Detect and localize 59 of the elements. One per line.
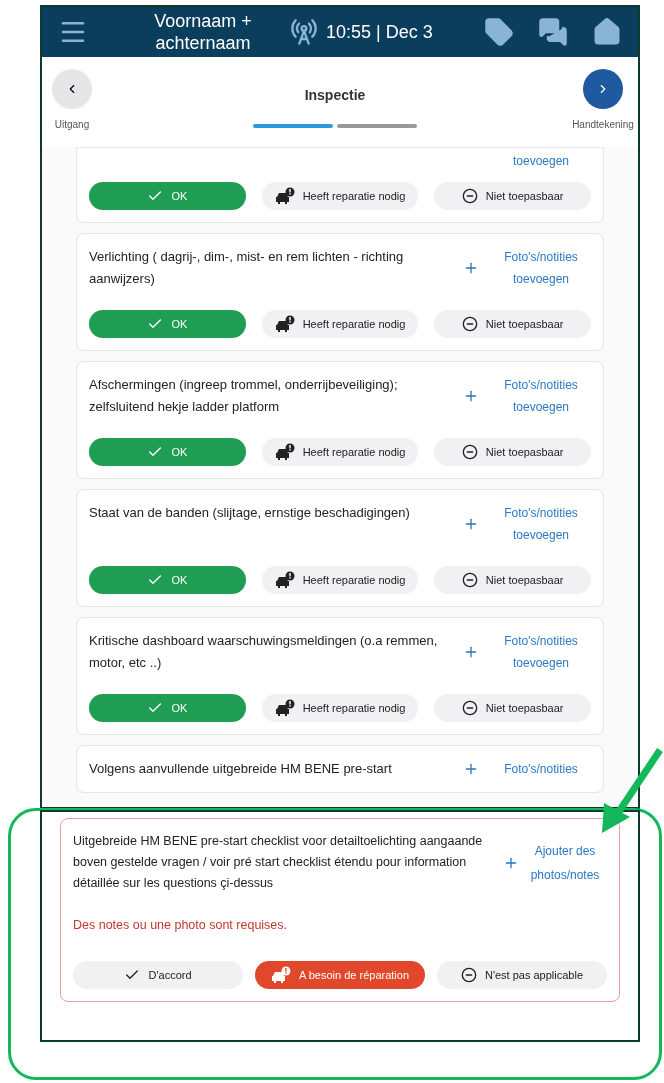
question-text: Volgens aanvullende uitgebreide HM BENE pre-start (89, 760, 393, 778)
answer-button[interactable]: OK (89, 438, 246, 466)
car-alert-icon (274, 443, 295, 461)
plus-icon (463, 260, 479, 276)
add-photos-notes-link[interactable]: Foto's/notities toevoegen (491, 630, 591, 674)
answer-button[interactable]: OK (89, 566, 246, 594)
answer-button[interactable]: Heeft reparatie nodig (261, 566, 419, 594)
minus-circle-icon (461, 188, 478, 204)
minus-circle-icon (461, 316, 478, 332)
next-label: Handtekening (572, 118, 634, 132)
answer-button[interactable]: OK (89, 694, 246, 722)
home-icon[interactable] (592, 17, 622, 47)
page-title: Inspectie (304, 86, 366, 105)
antenna-icon (290, 18, 318, 46)
time-date: 10:55 | Dec 3 (326, 20, 433, 44)
answer-button[interactable]: OK (89, 310, 246, 338)
add-photos-notes-link[interactable]: Foto's/notities toevoegen (491, 246, 591, 290)
plus-icon (463, 388, 479, 404)
question-text: Afschermingen (ingreep trommel, onderrijbeveiliging); zelfsluitend hekje ladder platform (89, 376, 399, 416)
car-alert-icon (270, 965, 291, 984)
question-text: Verlichting ( dagrij-, dim-, mist- en rem lichten - richting aanwijzers) (89, 248, 405, 288)
user-name: Voornaam + achternaam (153, 10, 253, 54)
add-photos-notes-link[interactable]: toevoegen (491, 152, 591, 170)
plus-icon (463, 516, 479, 532)
answer-button[interactable]: Niet toepasbaar (434, 694, 591, 722)
minus-circle-icon (460, 966, 477, 983)
car-alert-icon (274, 187, 295, 205)
error-message: Des notes ou une photo sont requises. (73, 917, 289, 934)
question-text: Kritische dashboard waarschuwingsmeldingen (o.a remmen, motor, etc ..) (89, 632, 439, 672)
answer-button[interactable]: Heeft reparatie nodig (261, 438, 419, 466)
answer-button[interactable]: N'est pas applicable (437, 960, 607, 989)
answer-button[interactable]: A besoin de réparation (255, 960, 425, 989)
question-text: Uitgebreide HM BENE pre-start checklist voor detailtoelichting aangaande boven gestelde vragen / voir pré start checklist étendu pour information détaillée sur les questions çi-dessus (73, 833, 484, 892)
add-photos-notes-link[interactable]: Foto's/notities toevoegen (491, 374, 591, 418)
tag-icon[interactable] (484, 17, 514, 47)
car-alert-icon (274, 699, 295, 717)
add-photos-notes-link[interactable]: Ajouter des photos/notes (523, 838, 607, 887)
answer-button[interactable]: Niet toepasbaar (434, 438, 591, 466)
answer-button[interactable]: Heeft reparatie nodig (261, 694, 419, 722)
minus-circle-icon (461, 572, 478, 588)
back-label: Uitgang (54, 118, 90, 132)
answer-button[interactable]: D'accord (73, 960, 243, 989)
minus-circle-icon (461, 700, 478, 716)
answer-button[interactable]: Niet toepasbaar (434, 182, 591, 210)
next-button[interactable] (583, 69, 623, 109)
plus-icon (463, 761, 479, 777)
question-text: Staat van de banden (slijtage, ernstige beschadigingen) (89, 504, 411, 522)
answer-button[interactable]: Niet toepasbaar (434, 310, 591, 338)
answer-button[interactable]: OK (89, 182, 246, 210)
car-alert-icon (274, 571, 295, 589)
chat-icon[interactable] (538, 17, 568, 47)
minus-circle-icon (461, 444, 478, 460)
answer-button[interactable]: Heeft reparatie nodig (261, 182, 419, 210)
add-photos-notes-link[interactable]: Foto's/notities toevoegen (491, 502, 591, 546)
plus-icon (463, 644, 479, 660)
answer-button[interactable]: Heeft reparatie nodig (261, 310, 419, 338)
add-photos-notes-link[interactable]: Foto's/notities (491, 758, 591, 780)
car-alert-icon (274, 315, 295, 333)
answer-button[interactable]: Niet toepasbaar (434, 566, 591, 594)
